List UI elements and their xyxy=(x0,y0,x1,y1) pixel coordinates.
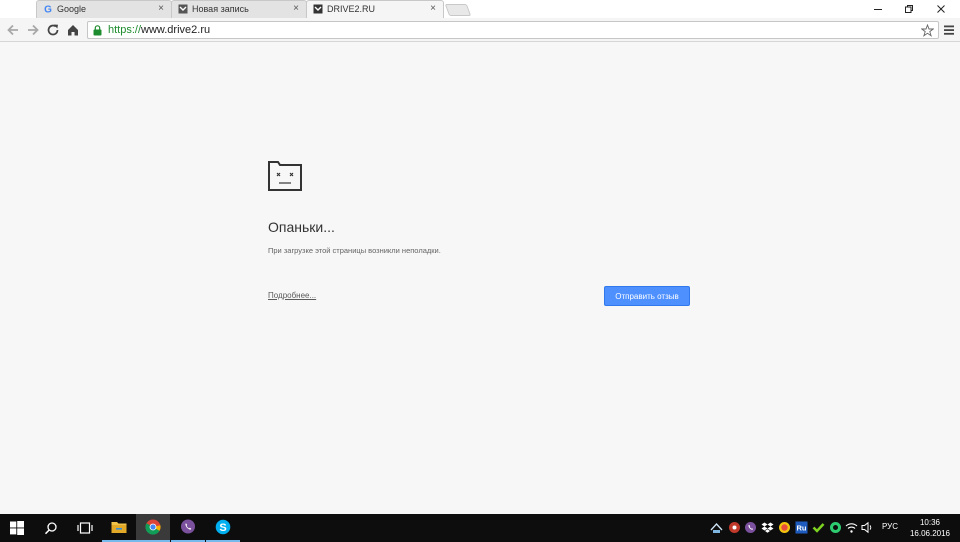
reload-icon[interactable] xyxy=(45,22,61,38)
task-view-icon[interactable] xyxy=(68,514,102,542)
tray-app-icon[interactable] xyxy=(812,521,825,534)
drive2-icon xyxy=(313,4,323,14)
ru-icon[interactable]: Ru xyxy=(795,521,808,534)
url-scheme: https:// xyxy=(108,24,142,36)
file-explorer-icon[interactable] xyxy=(102,514,136,542)
skype-icon[interactable]: S xyxy=(206,514,240,542)
wifi-icon[interactable] xyxy=(845,521,858,534)
error-description: При загрузке этой страницы возникли непо… xyxy=(268,246,441,255)
ru-icon-label: Ru xyxy=(797,524,807,533)
dropbox-icon[interactable] xyxy=(761,521,774,534)
input-language[interactable]: РУС xyxy=(882,522,898,531)
clock[interactable]: 10:36 16.06.2016 xyxy=(908,517,952,539)
url-host: www.drive2.ru xyxy=(141,24,211,36)
viber-icon[interactable] xyxy=(744,521,757,534)
network-icon[interactable] xyxy=(710,521,723,534)
svg-text:S: S xyxy=(219,522,226,534)
tray-app-icon[interactable] xyxy=(778,521,791,534)
drive2-icon xyxy=(178,4,188,14)
bookmark-star-icon[interactable] xyxy=(920,23,935,37)
page-content: Опаньки... При загрузке этой страницы во… xyxy=(0,43,960,514)
tab-title: Новая запись xyxy=(192,4,249,14)
google-icon: G xyxy=(43,4,53,15)
close-tab-icon[interactable]: × xyxy=(156,4,166,14)
tab-drive2[interactable]: DRIVE2.RU × xyxy=(306,0,444,18)
error-title: Опаньки... xyxy=(268,219,335,235)
minimize-icon[interactable] xyxy=(863,0,893,18)
close-tab-icon[interactable]: × xyxy=(428,4,438,14)
chrome-icon[interactable] xyxy=(136,514,170,542)
tab-title: Google xyxy=(57,4,87,14)
address-bar[interactable]: https:// www.drive2.ru xyxy=(87,21,939,39)
svg-text:G: G xyxy=(44,5,52,15)
sad-folder-icon xyxy=(268,161,302,191)
forward-icon[interactable] xyxy=(25,22,41,38)
clock-time: 10:36 xyxy=(919,518,941,527)
tab-title: DRIVE2.RU xyxy=(327,4,376,14)
screen: G Google × Новая запись × DRIVE2.RU × ht… xyxy=(0,0,960,542)
chrome-menu-icon[interactable] xyxy=(942,23,956,37)
details-link[interactable]: Подробнее... xyxy=(268,291,316,300)
restore-icon[interactable] xyxy=(894,0,924,18)
close-window-icon[interactable] xyxy=(926,0,956,18)
back-icon[interactable] xyxy=(5,22,21,38)
browser-titlebar: G Google × Новая запись × DRIVE2.RU × xyxy=(0,0,960,18)
new-tab-button[interactable] xyxy=(444,4,472,16)
viber-icon[interactable] xyxy=(171,514,205,542)
windows-taskbar: S Ru РУС 10:36 16.06.2016 xyxy=(0,514,960,542)
tray-app-icon[interactable] xyxy=(829,521,842,534)
browser-toolbar: https:// www.drive2.ru xyxy=(0,18,960,42)
tray-app-icon[interactable] xyxy=(728,521,741,534)
start-icon[interactable] xyxy=(0,514,34,542)
tab-google[interactable]: G Google × xyxy=(36,0,172,18)
tab-new-post[interactable]: Новая запись × xyxy=(171,0,307,18)
search-icon[interactable] xyxy=(34,514,68,542)
lock-icon xyxy=(93,24,103,36)
keyboard-icon xyxy=(868,521,878,534)
clock-date: 16.06.2016 xyxy=(909,529,951,538)
send-feedback-button[interactable]: Отправить отзыв xyxy=(604,286,690,306)
home-icon[interactable] xyxy=(65,22,81,38)
close-tab-icon[interactable]: × xyxy=(291,4,301,14)
